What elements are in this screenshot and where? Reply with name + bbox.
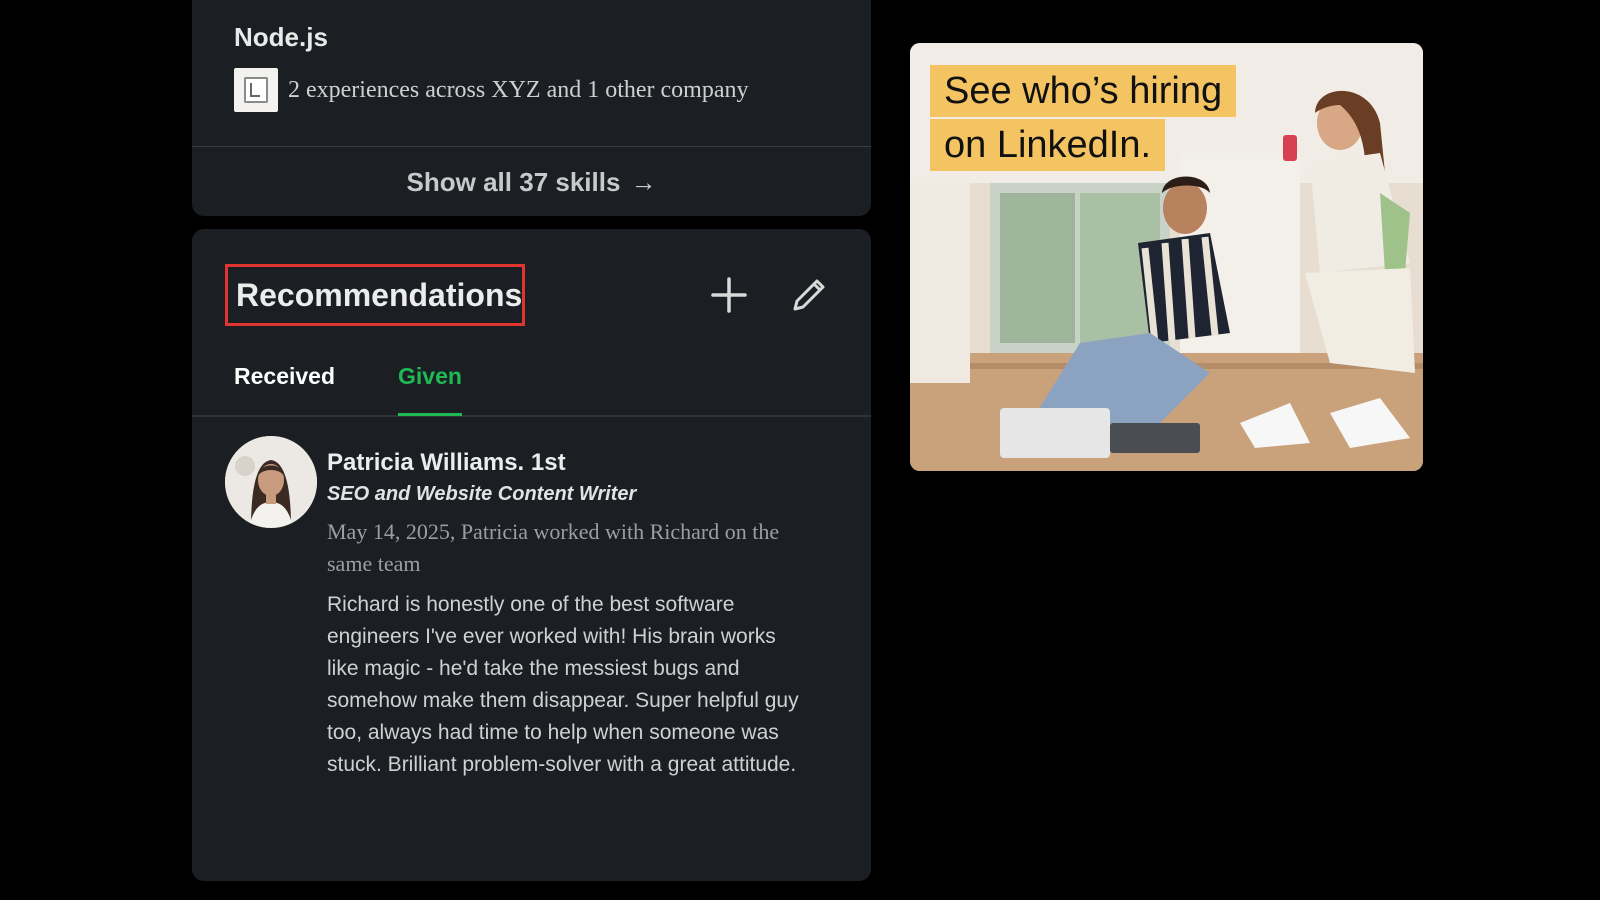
skill-experience-text: 2 experiences across XYZ and 1 other com… [288, 76, 749, 103]
ad-headline-line2: on LinkedIn. [930, 119, 1166, 171]
tab-given[interactable]: Given [398, 359, 462, 416]
skill-name: Node.js [234, 22, 328, 52]
ad-headline: See who’s hiring on LinkedIn. [930, 65, 1237, 171]
section-title: Recommendations [236, 276, 523, 313]
ad-headline-line1: See who’s hiring [930, 65, 1237, 117]
linkedin-hiring-ad[interactable]: See who’s hiring on LinkedIn. [910, 43, 1423, 471]
recommendation-tabs: Received Given [192, 359, 871, 417]
recommendations-card: Recommendations Received Given Patricia … [192, 229, 871, 881]
show-all-skills-button[interactable]: Show all 37 skills → [192, 148, 871, 216]
plus-icon[interactable] [705, 271, 753, 319]
recommender-role: SEO and Website Content Writer [327, 483, 637, 505]
recommendation-text: Richard is honestly one of the best soft… [327, 593, 799, 776]
recommender-name[interactable]: Patricia Williams. 1st [327, 449, 566, 477]
pencil-icon[interactable] [785, 271, 833, 319]
company-logo-icon [234, 68, 278, 112]
recommendation-meta: May 14, 2025, Patricia worked with Richa… [327, 519, 780, 576]
divider [192, 146, 871, 147]
recommendations-title-highlight: Recommendations [225, 264, 525, 326]
skills-card: Node.js 2 experiences across XYZ and 1 o… [192, 0, 871, 216]
avatar[interactable] [225, 436, 317, 528]
arrow-right-icon: → [630, 166, 657, 197]
tab-received[interactable]: Received [234, 359, 335, 413]
show-all-skills-label: Show all 37 skills [406, 166, 621, 197]
skill-experience-row: 2 experiences across XYZ and 1 other com… [234, 68, 749, 112]
